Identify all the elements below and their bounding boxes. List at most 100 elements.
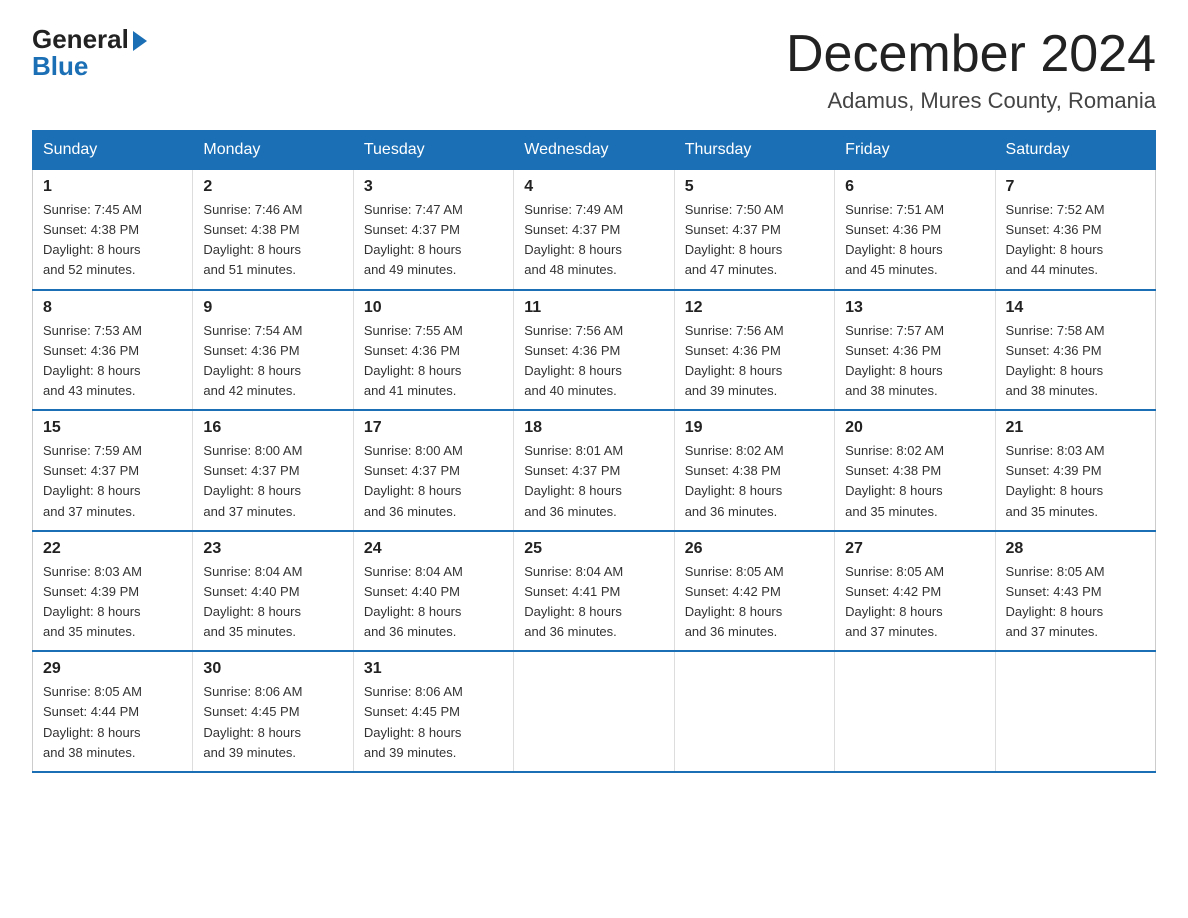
- day-number: 13: [845, 299, 984, 317]
- day-info: Sunrise: 7:59 AM Sunset: 4:37 PM Dayligh…: [43, 441, 182, 522]
- day-info: Sunrise: 7:58 AM Sunset: 4:36 PM Dayligh…: [1006, 321, 1145, 402]
- day-number: 26: [685, 540, 824, 558]
- weekday-header-tuesday: Tuesday: [353, 131, 513, 170]
- day-info: Sunrise: 8:02 AM Sunset: 4:38 PM Dayligh…: [685, 441, 824, 522]
- calendar-cell: 27 Sunrise: 8:05 AM Sunset: 4:42 PM Dayl…: [835, 531, 995, 652]
- day-number: 4: [524, 178, 663, 196]
- day-number: 5: [685, 178, 824, 196]
- day-info: Sunrise: 8:03 AM Sunset: 4:39 PM Dayligh…: [1006, 441, 1145, 522]
- calendar-cell: 1 Sunrise: 7:45 AM Sunset: 4:38 PM Dayli…: [33, 170, 193, 290]
- day-info: Sunrise: 7:54 AM Sunset: 4:36 PM Dayligh…: [203, 321, 342, 402]
- day-number: 30: [203, 660, 342, 678]
- day-info: Sunrise: 8:05 AM Sunset: 4:44 PM Dayligh…: [43, 682, 182, 763]
- day-info: Sunrise: 7:52 AM Sunset: 4:36 PM Dayligh…: [1006, 200, 1145, 281]
- calendar-cell: 18 Sunrise: 8:01 AM Sunset: 4:37 PM Dayl…: [514, 410, 674, 531]
- calendar-week-row: 22 Sunrise: 8:03 AM Sunset: 4:39 PM Dayl…: [33, 531, 1156, 652]
- calendar-cell: 5 Sunrise: 7:50 AM Sunset: 4:37 PM Dayli…: [674, 170, 834, 290]
- day-number: 28: [1006, 540, 1145, 558]
- calendar-cell: 29 Sunrise: 8:05 AM Sunset: 4:44 PM Dayl…: [33, 651, 193, 772]
- weekday-header-monday: Monday: [193, 131, 353, 170]
- day-number: 24: [364, 540, 503, 558]
- calendar-cell: [835, 651, 995, 772]
- day-info: Sunrise: 8:02 AM Sunset: 4:38 PM Dayligh…: [845, 441, 984, 522]
- weekday-row: SundayMondayTuesdayWednesdayThursdayFrid…: [33, 131, 1156, 170]
- day-number: 3: [364, 178, 503, 196]
- calendar-week-row: 29 Sunrise: 8:05 AM Sunset: 4:44 PM Dayl…: [33, 651, 1156, 772]
- day-info: Sunrise: 7:56 AM Sunset: 4:36 PM Dayligh…: [685, 321, 824, 402]
- weekday-header-friday: Friday: [835, 131, 995, 170]
- day-info: Sunrise: 8:04 AM Sunset: 4:41 PM Dayligh…: [524, 562, 663, 643]
- logo-arrow-icon: [133, 31, 147, 51]
- calendar-cell: 9 Sunrise: 7:54 AM Sunset: 4:36 PM Dayli…: [193, 290, 353, 411]
- calendar-cell: 25 Sunrise: 8:04 AM Sunset: 4:41 PM Dayl…: [514, 531, 674, 652]
- day-info: Sunrise: 7:50 AM Sunset: 4:37 PM Dayligh…: [685, 200, 824, 281]
- calendar-cell: 30 Sunrise: 8:06 AM Sunset: 4:45 PM Dayl…: [193, 651, 353, 772]
- day-info: Sunrise: 7:49 AM Sunset: 4:37 PM Dayligh…: [524, 200, 663, 281]
- day-info: Sunrise: 8:06 AM Sunset: 4:45 PM Dayligh…: [364, 682, 503, 763]
- calendar-cell: 23 Sunrise: 8:04 AM Sunset: 4:40 PM Dayl…: [193, 531, 353, 652]
- calendar-cell: 28 Sunrise: 8:05 AM Sunset: 4:43 PM Dayl…: [995, 531, 1155, 652]
- page-title: December 2024: [786, 24, 1156, 84]
- day-info: Sunrise: 8:03 AM Sunset: 4:39 PM Dayligh…: [43, 562, 182, 643]
- day-info: Sunrise: 8:01 AM Sunset: 4:37 PM Dayligh…: [524, 441, 663, 522]
- day-number: 25: [524, 540, 663, 558]
- day-info: Sunrise: 8:00 AM Sunset: 4:37 PM Dayligh…: [203, 441, 342, 522]
- calendar-cell: 24 Sunrise: 8:04 AM Sunset: 4:40 PM Dayl…: [353, 531, 513, 652]
- calendar-cell: 6 Sunrise: 7:51 AM Sunset: 4:36 PM Dayli…: [835, 170, 995, 290]
- calendar-body: 1 Sunrise: 7:45 AM Sunset: 4:38 PM Dayli…: [33, 170, 1156, 772]
- calendar-cell: 3 Sunrise: 7:47 AM Sunset: 4:37 PM Dayli…: [353, 170, 513, 290]
- day-number: 18: [524, 419, 663, 437]
- page-header: General Blue December 2024 Adamus, Mures…: [32, 24, 1156, 114]
- day-number: 20: [845, 419, 984, 437]
- day-number: 21: [1006, 419, 1145, 437]
- calendar-cell: 21 Sunrise: 8:03 AM Sunset: 4:39 PM Dayl…: [995, 410, 1155, 531]
- day-number: 14: [1006, 299, 1145, 317]
- title-block: December 2024 Adamus, Mures County, Roma…: [786, 24, 1156, 114]
- calendar-cell: 2 Sunrise: 7:46 AM Sunset: 4:38 PM Dayli…: [193, 170, 353, 290]
- weekday-header-sunday: Sunday: [33, 131, 193, 170]
- calendar-cell: 19 Sunrise: 8:02 AM Sunset: 4:38 PM Dayl…: [674, 410, 834, 531]
- day-number: 9: [203, 299, 342, 317]
- calendar-cell: 16 Sunrise: 8:00 AM Sunset: 4:37 PM Dayl…: [193, 410, 353, 531]
- day-number: 29: [43, 660, 182, 678]
- day-info: Sunrise: 7:57 AM Sunset: 4:36 PM Dayligh…: [845, 321, 984, 402]
- day-info: Sunrise: 7:46 AM Sunset: 4:38 PM Dayligh…: [203, 200, 342, 281]
- weekday-header-wednesday: Wednesday: [514, 131, 674, 170]
- calendar-cell: 22 Sunrise: 8:03 AM Sunset: 4:39 PM Dayl…: [33, 531, 193, 652]
- day-number: 16: [203, 419, 342, 437]
- weekday-header-saturday: Saturday: [995, 131, 1155, 170]
- day-number: 22: [43, 540, 182, 558]
- calendar-table: SundayMondayTuesdayWednesdayThursdayFrid…: [32, 130, 1156, 773]
- calendar-cell: 11 Sunrise: 7:56 AM Sunset: 4:36 PM Dayl…: [514, 290, 674, 411]
- calendar-cell: 7 Sunrise: 7:52 AM Sunset: 4:36 PM Dayli…: [995, 170, 1155, 290]
- day-number: 10: [364, 299, 503, 317]
- day-info: Sunrise: 7:47 AM Sunset: 4:37 PM Dayligh…: [364, 200, 503, 281]
- calendar-cell: [995, 651, 1155, 772]
- calendar-week-row: 15 Sunrise: 7:59 AM Sunset: 4:37 PM Dayl…: [33, 410, 1156, 531]
- calendar-cell: 31 Sunrise: 8:06 AM Sunset: 4:45 PM Dayl…: [353, 651, 513, 772]
- calendar-cell: 20 Sunrise: 8:02 AM Sunset: 4:38 PM Dayl…: [835, 410, 995, 531]
- day-info: Sunrise: 8:06 AM Sunset: 4:45 PM Dayligh…: [203, 682, 342, 763]
- day-number: 23: [203, 540, 342, 558]
- calendar-cell: [514, 651, 674, 772]
- day-number: 8: [43, 299, 182, 317]
- day-number: 11: [524, 299, 663, 317]
- calendar-cell: 12 Sunrise: 7:56 AM Sunset: 4:36 PM Dayl…: [674, 290, 834, 411]
- calendar-cell: 26 Sunrise: 8:05 AM Sunset: 4:42 PM Dayl…: [674, 531, 834, 652]
- calendar-cell: 15 Sunrise: 7:59 AM Sunset: 4:37 PM Dayl…: [33, 410, 193, 531]
- calendar-cell: 14 Sunrise: 7:58 AM Sunset: 4:36 PM Dayl…: [995, 290, 1155, 411]
- day-info: Sunrise: 8:00 AM Sunset: 4:37 PM Dayligh…: [364, 441, 503, 522]
- day-info: Sunrise: 8:04 AM Sunset: 4:40 PM Dayligh…: [203, 562, 342, 643]
- day-info: Sunrise: 7:53 AM Sunset: 4:36 PM Dayligh…: [43, 321, 182, 402]
- day-number: 6: [845, 178, 984, 196]
- logo: General Blue: [32, 24, 147, 82]
- calendar-header: SundayMondayTuesdayWednesdayThursdayFrid…: [33, 131, 1156, 170]
- page-subtitle: Adamus, Mures County, Romania: [786, 88, 1156, 114]
- day-info: Sunrise: 8:05 AM Sunset: 4:42 PM Dayligh…: [845, 562, 984, 643]
- day-info: Sunrise: 7:51 AM Sunset: 4:36 PM Dayligh…: [845, 200, 984, 281]
- day-number: 7: [1006, 178, 1145, 196]
- calendar-cell: 17 Sunrise: 8:00 AM Sunset: 4:37 PM Dayl…: [353, 410, 513, 531]
- day-info: Sunrise: 7:56 AM Sunset: 4:36 PM Dayligh…: [524, 321, 663, 402]
- calendar-week-row: 8 Sunrise: 7:53 AM Sunset: 4:36 PM Dayli…: [33, 290, 1156, 411]
- day-info: Sunrise: 7:55 AM Sunset: 4:36 PM Dayligh…: [364, 321, 503, 402]
